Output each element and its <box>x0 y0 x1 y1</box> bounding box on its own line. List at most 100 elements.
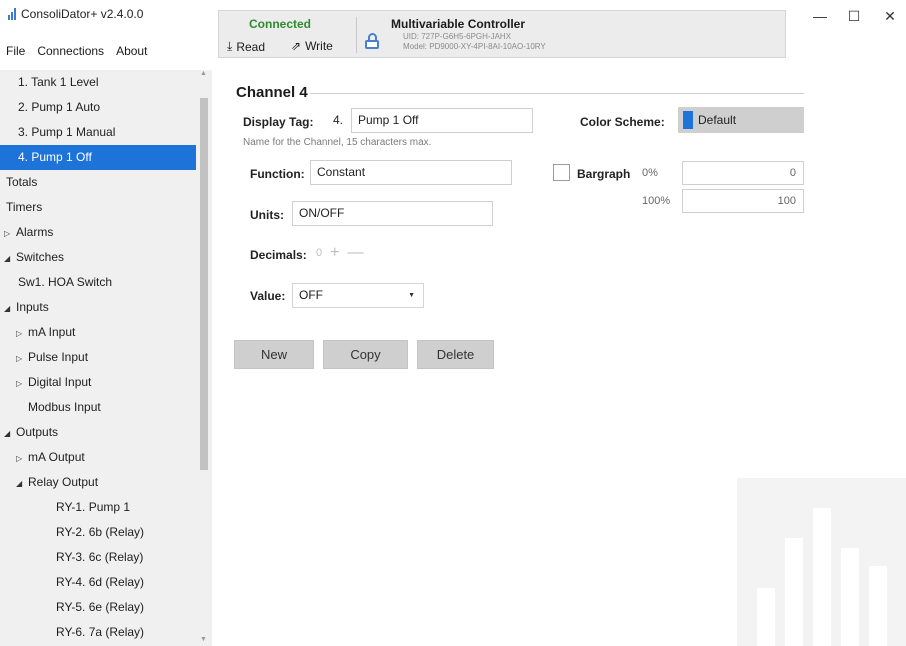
collapse-arrow-icon[interactable]: ◢ <box>4 421 16 446</box>
close-button[interactable]: ✕ <box>878 8 902 25</box>
tree-item-label: RY-1. Pump 1 <box>56 500 131 514</box>
tree-item-label: mA Input <box>28 325 76 339</box>
tree-item-ry1[interactable]: RY-1. Pump 1 <box>0 495 196 520</box>
delete-button[interactable]: Delete <box>417 340 494 369</box>
device-title: Multivariable Controller <box>391 17 526 31</box>
app-header: ConsoliDator+ v2.4.0.0 File Connections … <box>0 0 205 70</box>
download-icon: ⤓ <box>227 39 233 53</box>
tree-item-digital-input[interactable]: ▷ Digital Input <box>0 370 196 395</box>
tree-item-label: mA Output <box>28 450 85 464</box>
collapse-arrow-icon[interactable]: ◢ <box>4 296 16 321</box>
tree-item-ry3[interactable]: RY-3. 6c (Relay) <box>0 545 196 570</box>
menu-bar: File Connections About <box>6 44 147 58</box>
scrollbar-thumb[interactable] <box>200 98 208 470</box>
tree-item-label: RY-6. 7a (Relay) <box>56 625 145 639</box>
tree-item-label: 4. Pump 1 Off <box>18 150 92 164</box>
tree-item-label: Modbus Input <box>28 400 101 414</box>
dropdown-arrow-icon: ▼ <box>408 292 415 299</box>
scroll-up-arrow-icon[interactable]: ▲ <box>200 70 207 77</box>
tree-item-tank-1-level[interactable]: 1. Tank 1 Level <box>0 70 196 95</box>
plus-icon[interactable]: + <box>330 244 339 262</box>
write-label: Write <box>305 39 333 53</box>
expand-arrow-icon[interactable]: ▷ <box>16 321 28 346</box>
display-tag-input[interactable]: Pump 1 Off <box>351 108 533 133</box>
expand-arrow-icon[interactable]: ▷ <box>4 221 16 246</box>
tree-item-ry6[interactable]: RY-6. 7a (Relay) <box>0 620 196 645</box>
copy-button[interactable]: Copy <box>323 340 408 369</box>
sidebar-scrollbar[interactable]: ▲ ▼ <box>197 70 211 646</box>
function-label: Function: <box>250 167 305 181</box>
tree-item-label: Outputs <box>16 425 59 439</box>
tree-item-label: Inputs <box>16 300 49 314</box>
tree-item-sw1-hoa-switch[interactable]: Sw1. HOA Switch <box>0 270 196 295</box>
tree-item-ry4[interactable]: RY-4. 6d (Relay) <box>0 570 196 595</box>
tree-item-alarms[interactable]: ▷ Alarms <box>0 220 196 245</box>
function-input[interactable]: Constant <box>310 160 512 185</box>
expand-arrow-icon[interactable]: ▷ <box>16 346 28 371</box>
tree-item-outputs[interactable]: ◢ Outputs <box>0 420 196 445</box>
tree-item-ma-input[interactable]: ▷ mA Input <box>0 320 196 345</box>
menu-file[interactable]: File <box>6 44 25 58</box>
minimize-button[interactable]: — <box>808 8 832 24</box>
minus-icon[interactable]: — <box>347 244 363 262</box>
tree-item-ma-output[interactable]: ▷ mA Output <box>0 445 196 470</box>
decimals-value[interactable]: 0 <box>316 247 322 259</box>
tree-item-label: RY-4. 6d (Relay) <box>56 575 145 589</box>
title-divider <box>310 93 804 94</box>
scroll-down-arrow-icon[interactable]: ▼ <box>200 636 207 643</box>
lock-icon <box>365 33 379 49</box>
read-button[interactable]: ⤓ Read <box>227 39 265 54</box>
tree-item-label: 3. Pump 1 Manual <box>18 125 116 139</box>
maximize-button[interactable]: ☐ <box>842 8 866 25</box>
tree-item-relay-output[interactable]: ◢ Relay Output <box>0 470 196 495</box>
tree-item-pump-1-auto[interactable]: 2. Pump 1 Auto <box>0 95 196 120</box>
tree-item-totals[interactable]: Totals <box>0 170 196 195</box>
connection-status: Connected <box>249 17 312 31</box>
channel-title: Channel 4 <box>236 84 308 101</box>
tree-item-switches[interactable]: ◢ Switches <box>0 245 196 270</box>
tree-item-label: Totals <box>6 175 38 189</box>
write-button[interactable]: ⇗ Write <box>291 39 333 53</box>
menu-about[interactable]: About <box>116 44 147 58</box>
value-select[interactable]: OFF ▼ <box>292 283 424 308</box>
menu-connections[interactable]: Connections <box>37 44 104 58</box>
tree-item-pump-1-manual[interactable]: 3. Pump 1 Manual <box>0 120 196 145</box>
bargraph-checkbox[interactable] <box>553 164 570 181</box>
device-model: Model: PD9000-XY-4PI-8AI-10AO-10RY <box>403 42 546 51</box>
tree-item-pump-1-off[interactable]: 4. Pump 1 Off <box>0 145 196 170</box>
watermark-logo <box>737 478 906 646</box>
tree-item-label: RY-2. 6b (Relay) <box>56 525 145 539</box>
tree-item-label: Digital Input <box>28 375 92 389</box>
navigation-tree: 1. Tank 1 Level 2. Pump 1 Auto 3. Pump 1… <box>0 70 212 646</box>
tree-item-label: Relay Output <box>28 475 99 489</box>
value-label: Value: <box>250 289 286 303</box>
bar-min-input[interactable]: 0 <box>682 161 804 185</box>
display-tag-label: Display Tag: <box>243 115 314 129</box>
expand-arrow-icon[interactable]: ▷ <box>16 446 28 471</box>
value-selected: OFF <box>299 288 323 302</box>
color-scheme-value: Default <box>698 113 737 127</box>
color-scheme-select[interactable]: Default <box>678 107 804 133</box>
tree-item-modbus-input[interactable]: Modbus Input <box>0 395 196 420</box>
units-input[interactable]: ON/OFF <box>292 201 493 226</box>
tree-item-timers[interactable]: Timers <box>0 195 196 220</box>
tree-item-ry2[interactable]: RY-2. 6b (Relay) <box>0 520 196 545</box>
tree-item-label: Sw1. HOA Switch <box>18 275 113 289</box>
collapse-arrow-icon[interactable]: ◢ <box>16 471 28 496</box>
tree-item-label: 2. Pump 1 Auto <box>18 100 101 114</box>
bar-max-input[interactable]: 100 <box>682 189 804 213</box>
bar-max-label: 100% <box>642 195 671 207</box>
tree-item-ry5[interactable]: RY-5. 6e (Relay) <box>0 595 196 620</box>
tree-item-inputs[interactable]: ◢ Inputs <box>0 295 196 320</box>
tree-item-label: 1. Tank 1 Level <box>18 75 99 89</box>
app-title: ConsoliDator+ v2.4.0.0 <box>8 7 143 21</box>
app-logo-icon <box>8 8 16 20</box>
new-button[interactable]: New <box>234 340 314 369</box>
tag-number: 4. <box>333 113 344 127</box>
app-title-text: ConsoliDator+ v2.4.0.0 <box>21 7 144 21</box>
divider <box>356 17 357 53</box>
collapse-arrow-icon[interactable]: ◢ <box>4 246 16 271</box>
connection-status-panel: Connected ⤓ Read ⇗ Write Multivariable C… <box>218 10 786 58</box>
tree-item-pulse-input[interactable]: ▷ Pulse Input <box>0 345 196 370</box>
expand-arrow-icon[interactable]: ▷ <box>16 371 28 396</box>
